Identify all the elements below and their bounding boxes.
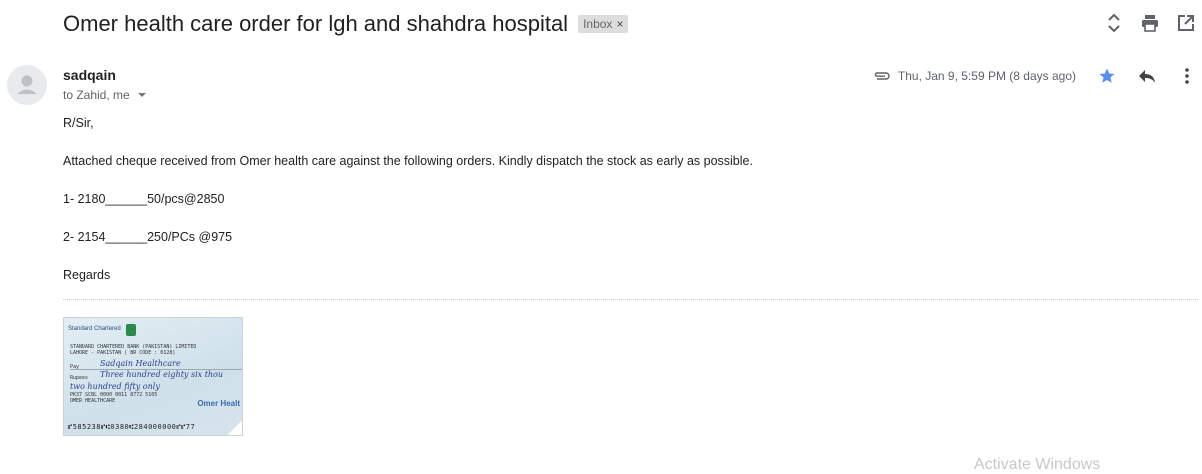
star-icon[interactable] [1096,65,1118,87]
page-curl [228,421,242,435]
subject-row: Omer health care order for lgh and shahd… [63,8,629,40]
email-subject: Omer health care order for lgh and shahd… [63,11,569,36]
attachment-icon [872,70,892,82]
activate-windows-watermark: Activate Windows [974,456,1101,473]
cheque-printed-payee: Omer Healt [197,399,240,408]
body-line: Attached cheque received from Omer healt… [63,154,753,168]
message-body: R/Sir, Attached cheque received from Ome… [63,117,753,307]
cheque-amount-words: two hundred fifty only [70,382,160,391]
message-date: Thu, Jan 9, 5:59 PM (8 days ago) [897,69,1076,83]
body-line: Regards [63,268,111,282]
message-meta: Thu, Jan 9, 5:59 PM (8 days ago) [872,64,1202,88]
show-details-caret-icon[interactable] [137,93,146,97]
inbox-label-chip[interactable]: Inbox × [578,15,629,33]
print-icon[interactable] [1140,12,1160,34]
more-options-icon[interactable] [1176,65,1198,87]
cheque-amount-words: Three hundred eighty six thou [100,370,224,379]
recipients-line: to Zahid, me [63,88,146,102]
remove-label-button[interactable]: × [616,17,623,31]
bank-logo-text: Standard Chartered [68,326,121,332]
attachments-divider [63,299,1198,300]
cheque-micr-line: ⑈585238⑈⑆0380⑆284000000⑈⑈77 [68,423,196,431]
body-line: 2- 2154______250/PCs @975 [63,230,233,244]
label-text: Inbox [583,17,613,31]
body-line: R/Sir, [63,116,94,130]
bank-logo-icon [126,324,136,336]
thread-toolbar [1104,12,1196,34]
cheque-account-name: OMER HEALTHCARE [70,398,116,404]
recipients-text: to Zahid, me [63,88,130,102]
cheque-payee: Sadqain Healthcare [100,359,181,368]
open-in-new-window-icon[interactable] [1176,12,1196,34]
cheque-rupees-label: Rupees [70,375,89,381]
reply-icon[interactable] [1136,65,1158,87]
expand-collapse-icon[interactable] [1104,12,1124,34]
avatar[interactable] [7,65,47,105]
cheque-attachment-thumbnail[interactable]: Standard Chartered STANDARD CHARTERED BA… [63,317,243,436]
cheque-text: LAHORE - PAKISTAN ( BR CODE : 0128) [70,350,176,356]
body-line: 1- 2180______50/pcs@2850 [63,192,225,206]
sender-name[interactable]: sadqain [63,67,116,83]
